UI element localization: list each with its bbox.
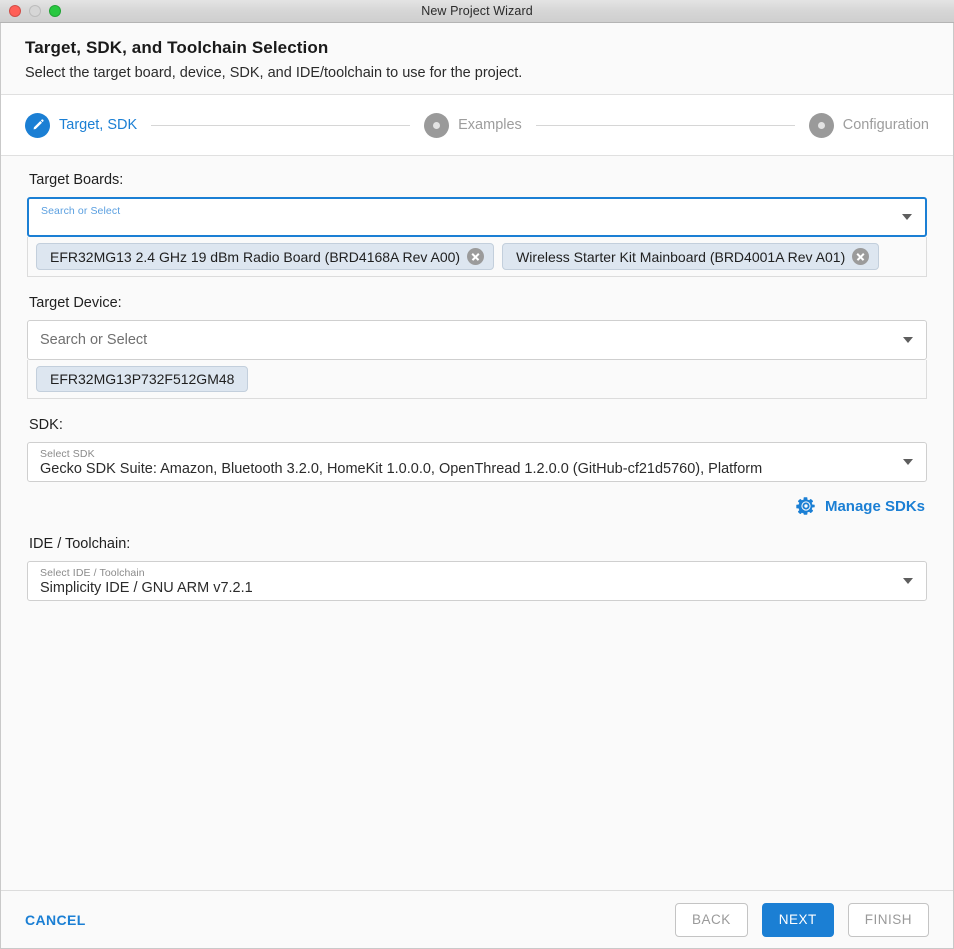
sdk-float-label: Select SDK bbox=[40, 448, 95, 460]
chevron-down-icon[interactable] bbox=[903, 337, 913, 343]
chip-target-board[interactable]: Wireless Starter Kit Mainboard (BRD4001A… bbox=[502, 243, 880, 270]
page-title: Target, SDK, and Toolchain Selection bbox=[25, 38, 329, 57]
step-examples[interactable]: Examples bbox=[424, 112, 522, 138]
window-titlebar: New Project Wizard bbox=[0, 0, 954, 23]
step-examples-circle bbox=[424, 112, 450, 138]
manage-sdks-link[interactable]: Manage SDKs bbox=[825, 498, 925, 515]
target-device-label: Target Device: bbox=[29, 295, 122, 311]
target-boards-label: Target Boards: bbox=[29, 172, 124, 188]
chip-label: Wireless Starter Kit Mainboard (BRD4001A… bbox=[516, 248, 846, 265]
wizard-stepper: Target, SDK Examples Configuration bbox=[1, 95, 953, 156]
wizard-footer: CANCEL BACK NEXT FINISH bbox=[1, 890, 953, 948]
sdk-value: Gecko SDK Suite: Amazon, Bluetooth 3.2.0… bbox=[40, 460, 763, 477]
sdk-select[interactable]: Select SDK Gecko SDK Suite: Amazon, Blue… bbox=[27, 442, 927, 482]
dot-icon bbox=[433, 121, 441, 129]
target-boards-placeholder: Search or Select bbox=[41, 205, 121, 217]
gear-icon[interactable] bbox=[796, 496, 816, 516]
remove-chip-icon[interactable] bbox=[467, 248, 485, 265]
new-project-wizard-window: New Project Wizard Target, SDK, and Tool… bbox=[0, 0, 954, 949]
toolchain-select[interactable]: Select IDE / Toolchain Simplicity IDE / … bbox=[27, 561, 927, 601]
chip-target-board[interactable]: EFR32MG13 2.4 GHz 19 dBm Radio Board (BR… bbox=[36, 243, 495, 270]
close-button[interactable] bbox=[9, 5, 21, 17]
toolchain-section: IDE / Toolchain: Select IDE / Toolchain … bbox=[27, 536, 927, 601]
page-subtitle: Select the target board, device, SDK, an… bbox=[25, 65, 523, 81]
toolchain-label: IDE / Toolchain: bbox=[29, 536, 131, 552]
manage-sdks-row: Manage SDKs bbox=[27, 496, 925, 516]
remove-chip-icon[interactable] bbox=[852, 248, 870, 265]
target-device-section: Target Device: Search or Select EFR32MG1… bbox=[27, 295, 927, 399]
target-device-input[interactable]: Search or Select bbox=[27, 320, 927, 360]
finish-button[interactable]: FINISH bbox=[847, 902, 929, 937]
next-button[interactable]: NEXT bbox=[761, 902, 834, 937]
window-controls bbox=[9, 5, 61, 17]
stepper-connector-2 bbox=[535, 124, 795, 126]
wizard-content: Target Boards: Search or Select EFR32MG1… bbox=[1, 156, 953, 890]
back-button[interactable]: BACK bbox=[674, 902, 748, 937]
target-boards-chip-tray: EFR32MG13 2.4 GHz 19 dBm Radio Board (BR… bbox=[27, 237, 927, 277]
pencil-icon bbox=[33, 119, 44, 130]
chip-target-device[interactable]: EFR32MG13P732F512GM48 bbox=[36, 366, 249, 392]
chevron-down-icon[interactable] bbox=[902, 214, 912, 220]
step-target-sdk[interactable]: Target, SDK bbox=[25, 112, 138, 138]
step-examples-label: Examples bbox=[458, 117, 522, 133]
target-device-chip-tray: EFR32MG13P732F512GM48 bbox=[27, 360, 927, 399]
toolchain-value: Simplicity IDE / GNU ARM v7.2.1 bbox=[40, 579, 253, 596]
chip-label: EFR32MG13 2.4 GHz 19 dBm Radio Board (BR… bbox=[50, 248, 461, 265]
target-device-placeholder: Search or Select bbox=[40, 332, 148, 348]
sdk-label: SDK: bbox=[29, 417, 63, 433]
wizard-header: Target, SDK, and Toolchain Selection Sel… bbox=[1, 23, 953, 95]
step-target-sdk-label: Target, SDK bbox=[59, 117, 138, 133]
step-configuration[interactable]: Configuration bbox=[808, 112, 929, 138]
step-configuration-label: Configuration bbox=[842, 117, 929, 133]
cancel-button[interactable]: CANCEL bbox=[25, 912, 86, 928]
step-target-sdk-circle bbox=[25, 112, 50, 138]
target-boards-input[interactable]: Search or Select bbox=[27, 197, 927, 237]
chevron-down-icon[interactable] bbox=[903, 578, 913, 584]
zoom-button[interactable] bbox=[49, 5, 61, 17]
stepper-connector-1 bbox=[151, 124, 411, 126]
window-title: New Project Wizard bbox=[421, 4, 533, 18]
dot-icon bbox=[817, 121, 825, 129]
step-configuration-circle bbox=[808, 112, 834, 138]
sdk-section: SDK: Select SDK Gecko SDK Suite: Amazon,… bbox=[27, 417, 927, 516]
window-body: Target, SDK, and Toolchain Selection Sel… bbox=[0, 23, 954, 949]
target-boards-section: Target Boards: Search or Select EFR32MG1… bbox=[27, 172, 927, 277]
chevron-down-icon[interactable] bbox=[903, 459, 913, 465]
chip-label: EFR32MG13P732F512GM48 bbox=[50, 371, 235, 387]
minimize-button[interactable] bbox=[29, 5, 41, 17]
toolchain-float-label: Select IDE / Toolchain bbox=[40, 567, 145, 579]
